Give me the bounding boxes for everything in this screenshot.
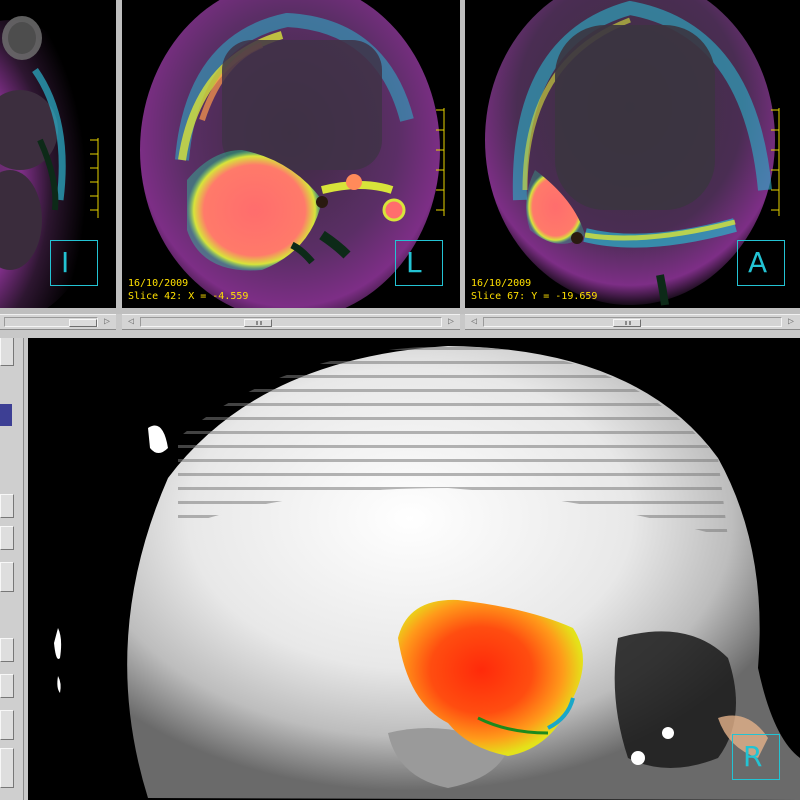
viewport-separator	[0, 330, 800, 338]
sagittal-ruler	[436, 108, 445, 216]
scroll-right-arrow-icon[interactable]: ▷	[785, 317, 797, 327]
scroll-right-arrow-icon[interactable]: ▷	[445, 317, 457, 327]
orientation-letter: R	[743, 740, 763, 773]
volume-render-viewport[interactable]: R	[28, 338, 800, 800]
study-date: 16/10/2009	[471, 278, 532, 289]
orientation-indicator: I	[50, 240, 98, 286]
viewport-separator	[0, 308, 800, 314]
viewport-separator	[460, 0, 465, 308]
scroll-thumb[interactable]	[613, 319, 642, 327]
scroll-track[interactable]	[140, 317, 442, 327]
scroll-right-arrow-icon[interactable]: ▷	[101, 317, 113, 327]
sagittal-viewport[interactable]: L 16/10/2009 Slice 42: X = -4.559	[122, 0, 460, 308]
scroll-thumb[interactable]	[244, 319, 273, 327]
scroll-left-arrow-icon[interactable]: ◁	[468, 317, 480, 327]
study-date: 16/10/2009	[128, 278, 189, 289]
orientation-letter: L	[406, 246, 422, 279]
tool-button[interactable]	[0, 336, 14, 366]
coronal-ruler	[771, 108, 780, 216]
tool-button[interactable]	[0, 674, 14, 698]
scroll-track[interactable]	[4, 317, 98, 327]
orientation-indicator: A	[737, 240, 785, 286]
orientation-indicator: R	[732, 734, 780, 780]
volume-render-image	[28, 338, 800, 800]
tool-button[interactable]	[0, 710, 14, 740]
coronal-viewport[interactable]: A 16/10/2009 Slice 67: Y = -19.659	[465, 0, 800, 308]
tool-button[interactable]	[0, 638, 14, 662]
tool-button[interactable]	[0, 526, 14, 550]
sagittal-slice-scrollbar[interactable]: ◁ ▷	[122, 314, 460, 330]
slice-position: Slice 67: Y = -19.659	[471, 291, 598, 302]
slice-position: Slice 42: X = -4.559	[128, 291, 249, 302]
orientation-letter: A	[748, 246, 768, 279]
tool-panel	[0, 336, 24, 800]
orientation-letter: I	[61, 246, 70, 279]
coronal-slice-scrollbar[interactable]: ◁ ▷	[465, 314, 800, 330]
orientation-indicator: L	[395, 240, 443, 286]
axial-slice-scrollbar[interactable]: ▷	[0, 314, 116, 330]
tool-button[interactable]	[0, 562, 14, 592]
tool-button[interactable]	[0, 494, 14, 518]
active-tool-indicator	[0, 404, 12, 426]
axial-viewport[interactable]: I	[0, 0, 116, 308]
scroll-left-arrow-icon[interactable]: ◁	[125, 317, 137, 327]
viewport-separator	[116, 0, 122, 308]
scroll-track[interactable]	[483, 317, 782, 327]
scroll-thumb[interactable]	[69, 319, 97, 327]
axial-ruler	[90, 138, 99, 218]
tool-button[interactable]	[0, 748, 14, 788]
